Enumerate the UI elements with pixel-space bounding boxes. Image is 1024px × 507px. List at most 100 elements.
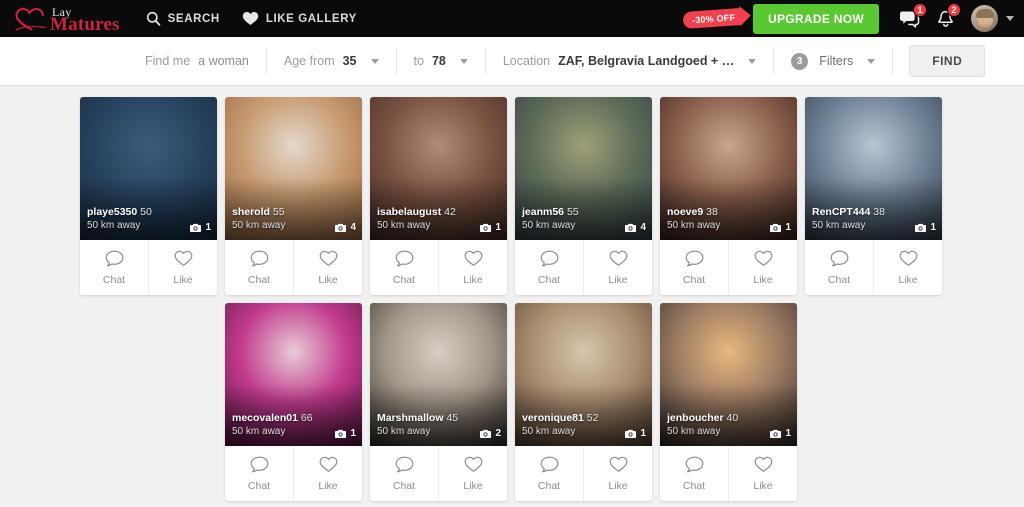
camera-icon <box>335 223 347 233</box>
search-toolbar: Find me a woman Age from 35 to 78 Locati… <box>0 37 1024 86</box>
chat-button[interactable]: Chat <box>225 240 293 295</box>
profile-name-line: veronique81 52 <box>522 411 598 425</box>
chat-button[interactable]: Chat <box>515 446 583 501</box>
profile-card-Marshmallow[interactable]: Marshmallow 45 50 km away 2 Chat Like <box>370 303 507 501</box>
like-button[interactable]: Like <box>438 446 507 501</box>
like-label: Like <box>318 273 338 286</box>
profile-photo[interactable]: jenboucher 40 50 km away 1 <box>660 303 797 446</box>
like-button[interactable]: Like <box>583 446 652 501</box>
photo-count-value: 1 <box>495 222 501 233</box>
find-button[interactable]: FIND <box>909 45 986 77</box>
chat-bubble-icon <box>105 250 124 270</box>
chat-button[interactable]: Chat <box>80 240 148 295</box>
profile-card-noeve9[interactable]: noeve9 38 50 km away 1 Chat Like <box>660 97 797 295</box>
messages-icon[interactable]: 1 <box>899 2 927 28</box>
profile-meta: playe5350 50 50 km away <box>87 205 152 233</box>
logo-text-matures: Matures <box>50 13 120 35</box>
like-button[interactable]: Like <box>148 240 217 295</box>
age-to-field[interactable]: to 78 <box>397 37 485 86</box>
profile-name-line: sherold 55 <box>232 205 285 219</box>
heart-outline-icon <box>319 456 338 476</box>
profile-username: noeve9 <box>667 206 704 218</box>
photo-count-value: 4 <box>350 222 356 233</box>
profile-grid-wrapper: playe5350 50 50 km away 1 Chat Like sher… <box>0 86 1024 507</box>
nav-like-gallery[interactable]: LIKE GALLERY <box>242 11 357 26</box>
filters-field[interactable]: 3 Filters <box>774 37 892 86</box>
like-button[interactable]: Like <box>293 446 362 501</box>
filters-count-badge: 3 <box>791 52 809 70</box>
chat-label: Chat <box>682 273 706 286</box>
photo-count-value: 1 <box>205 222 211 233</box>
profile-distance: 50 km away <box>377 426 431 437</box>
user-avatar[interactable] <box>971 5 998 32</box>
profile-photo[interactable]: mecovalen01 66 50 km away 1 <box>225 303 362 446</box>
profile-photo[interactable]: RenCPT444 38 50 km away 1 <box>805 97 942 240</box>
profile-age: 38 <box>873 206 885 218</box>
photo-count-value: 1 <box>930 222 936 233</box>
profile-photo[interactable]: sherold 55 50 km away 4 <box>225 97 362 240</box>
profile-photo[interactable]: playe5350 50 50 km away 1 <box>80 97 217 240</box>
site-logo[interactable]: Lay Matures <box>14 5 120 35</box>
chat-button[interactable]: Chat <box>660 240 728 295</box>
account-menu-chevron-down-icon[interactable] <box>1006 16 1014 21</box>
chat-button[interactable]: Chat <box>805 240 873 295</box>
profile-card-playe5350[interactable]: playe5350 50 50 km away 1 Chat Like <box>80 97 217 295</box>
profile-distance: 50 km away <box>522 426 576 437</box>
profile-username: Marshmallow <box>377 412 444 424</box>
chat-button[interactable]: Chat <box>225 446 293 501</box>
chat-bubble-icon <box>540 456 559 476</box>
like-button[interactable]: Like <box>728 446 797 501</box>
profile-photo[interactable]: noeve9 38 50 km away 1 <box>660 97 797 240</box>
profile-meta: Marshmallow 45 50 km away <box>377 411 458 439</box>
upgrade-now-button[interactable]: UPGRADE NOW <box>753 3 879 34</box>
profile-photo[interactable]: Marshmallow 45 50 km away 2 <box>370 303 507 446</box>
age-from-chevron-down-icon[interactable] <box>370 58 379 64</box>
discount-badge[interactable]: -30% OFF <box>682 7 742 30</box>
chat-button[interactable]: Chat <box>370 446 438 501</box>
filters-label: Filters <box>819 54 854 68</box>
profile-card-sherold[interactable]: sherold 55 50 km away 4 Chat Like <box>225 97 362 295</box>
age-to-chevron-down-icon[interactable] <box>459 58 468 64</box>
notifications-badge: 2 <box>947 2 961 17</box>
like-button[interactable]: Like <box>293 240 362 295</box>
profile-photo[interactable]: veronique81 52 50 km away 1 <box>515 303 652 446</box>
nav-search[interactable]: SEARCH <box>146 11 220 26</box>
age-from-field[interactable]: Age from 35 <box>267 37 396 86</box>
chat-button[interactable]: Chat <box>370 240 438 295</box>
profile-card-veronique81[interactable]: veronique81 52 50 km away 1 Chat Like <box>515 303 652 501</box>
profile-photo[interactable]: jeanm56 55 50 km away 4 <box>515 97 652 240</box>
profile-name-line: mecovalen01 66 <box>232 411 313 425</box>
avatar-hair <box>975 9 994 19</box>
chat-button[interactable]: Chat <box>660 446 728 501</box>
photo-count-value: 1 <box>640 428 646 439</box>
heart-outline-icon <box>754 250 773 270</box>
header-right-group: -30% OFF UPGRADE NOW 1 2 <box>682 2 1014 34</box>
profile-card-RenCPT444[interactable]: RenCPT444 38 50 km away 1 Chat Like <box>805 97 942 295</box>
profile-distance: 50 km away <box>232 220 286 231</box>
like-label: Like <box>463 479 483 492</box>
location-field[interactable]: Location ZAF, Belgravia Landgoed + … <box>486 37 773 86</box>
chat-button[interactable]: Chat <box>515 240 583 295</box>
like-button[interactable]: Like <box>438 240 507 295</box>
profile-card-jenboucher[interactable]: jenboucher 40 50 km away 1 Chat Like <box>660 303 797 501</box>
profile-card-isabelaugust[interactable]: isabelaugust 42 50 km away 1 Chat Like <box>370 97 507 295</box>
profile-card-jeanm56[interactable]: jeanm56 55 50 km away 4 Chat Like <box>515 97 652 295</box>
location-chevron-down-icon[interactable] <box>748 58 757 64</box>
profile-distance: 50 km away <box>377 220 431 231</box>
profile-distance: 50 km away <box>232 426 286 437</box>
location-label: Location <box>502 54 551 68</box>
notifications-bell-icon[interactable]: 2 <box>937 2 961 28</box>
like-button[interactable]: Like <box>728 240 797 295</box>
profile-photo[interactable]: isabelaugust 42 50 km away 1 <box>370 97 507 240</box>
like-button[interactable]: Like <box>873 240 942 295</box>
chat-bubble-icon <box>685 250 704 270</box>
profile-card-mecovalen01[interactable]: mecovalen01 66 50 km away 1 Chat Like <box>225 303 362 501</box>
profile-username: mecovalen01 <box>232 412 298 424</box>
chat-bubble-icon <box>685 456 704 476</box>
card-actions: Chat Like <box>805 240 942 295</box>
messages-badge: 1 <box>913 2 927 17</box>
find-me-field[interactable]: Find me a woman <box>128 37 266 86</box>
profile-username: veronique81 <box>522 412 584 424</box>
filters-chevron-down-icon[interactable] <box>867 58 876 64</box>
like-button[interactable]: Like <box>583 240 652 295</box>
